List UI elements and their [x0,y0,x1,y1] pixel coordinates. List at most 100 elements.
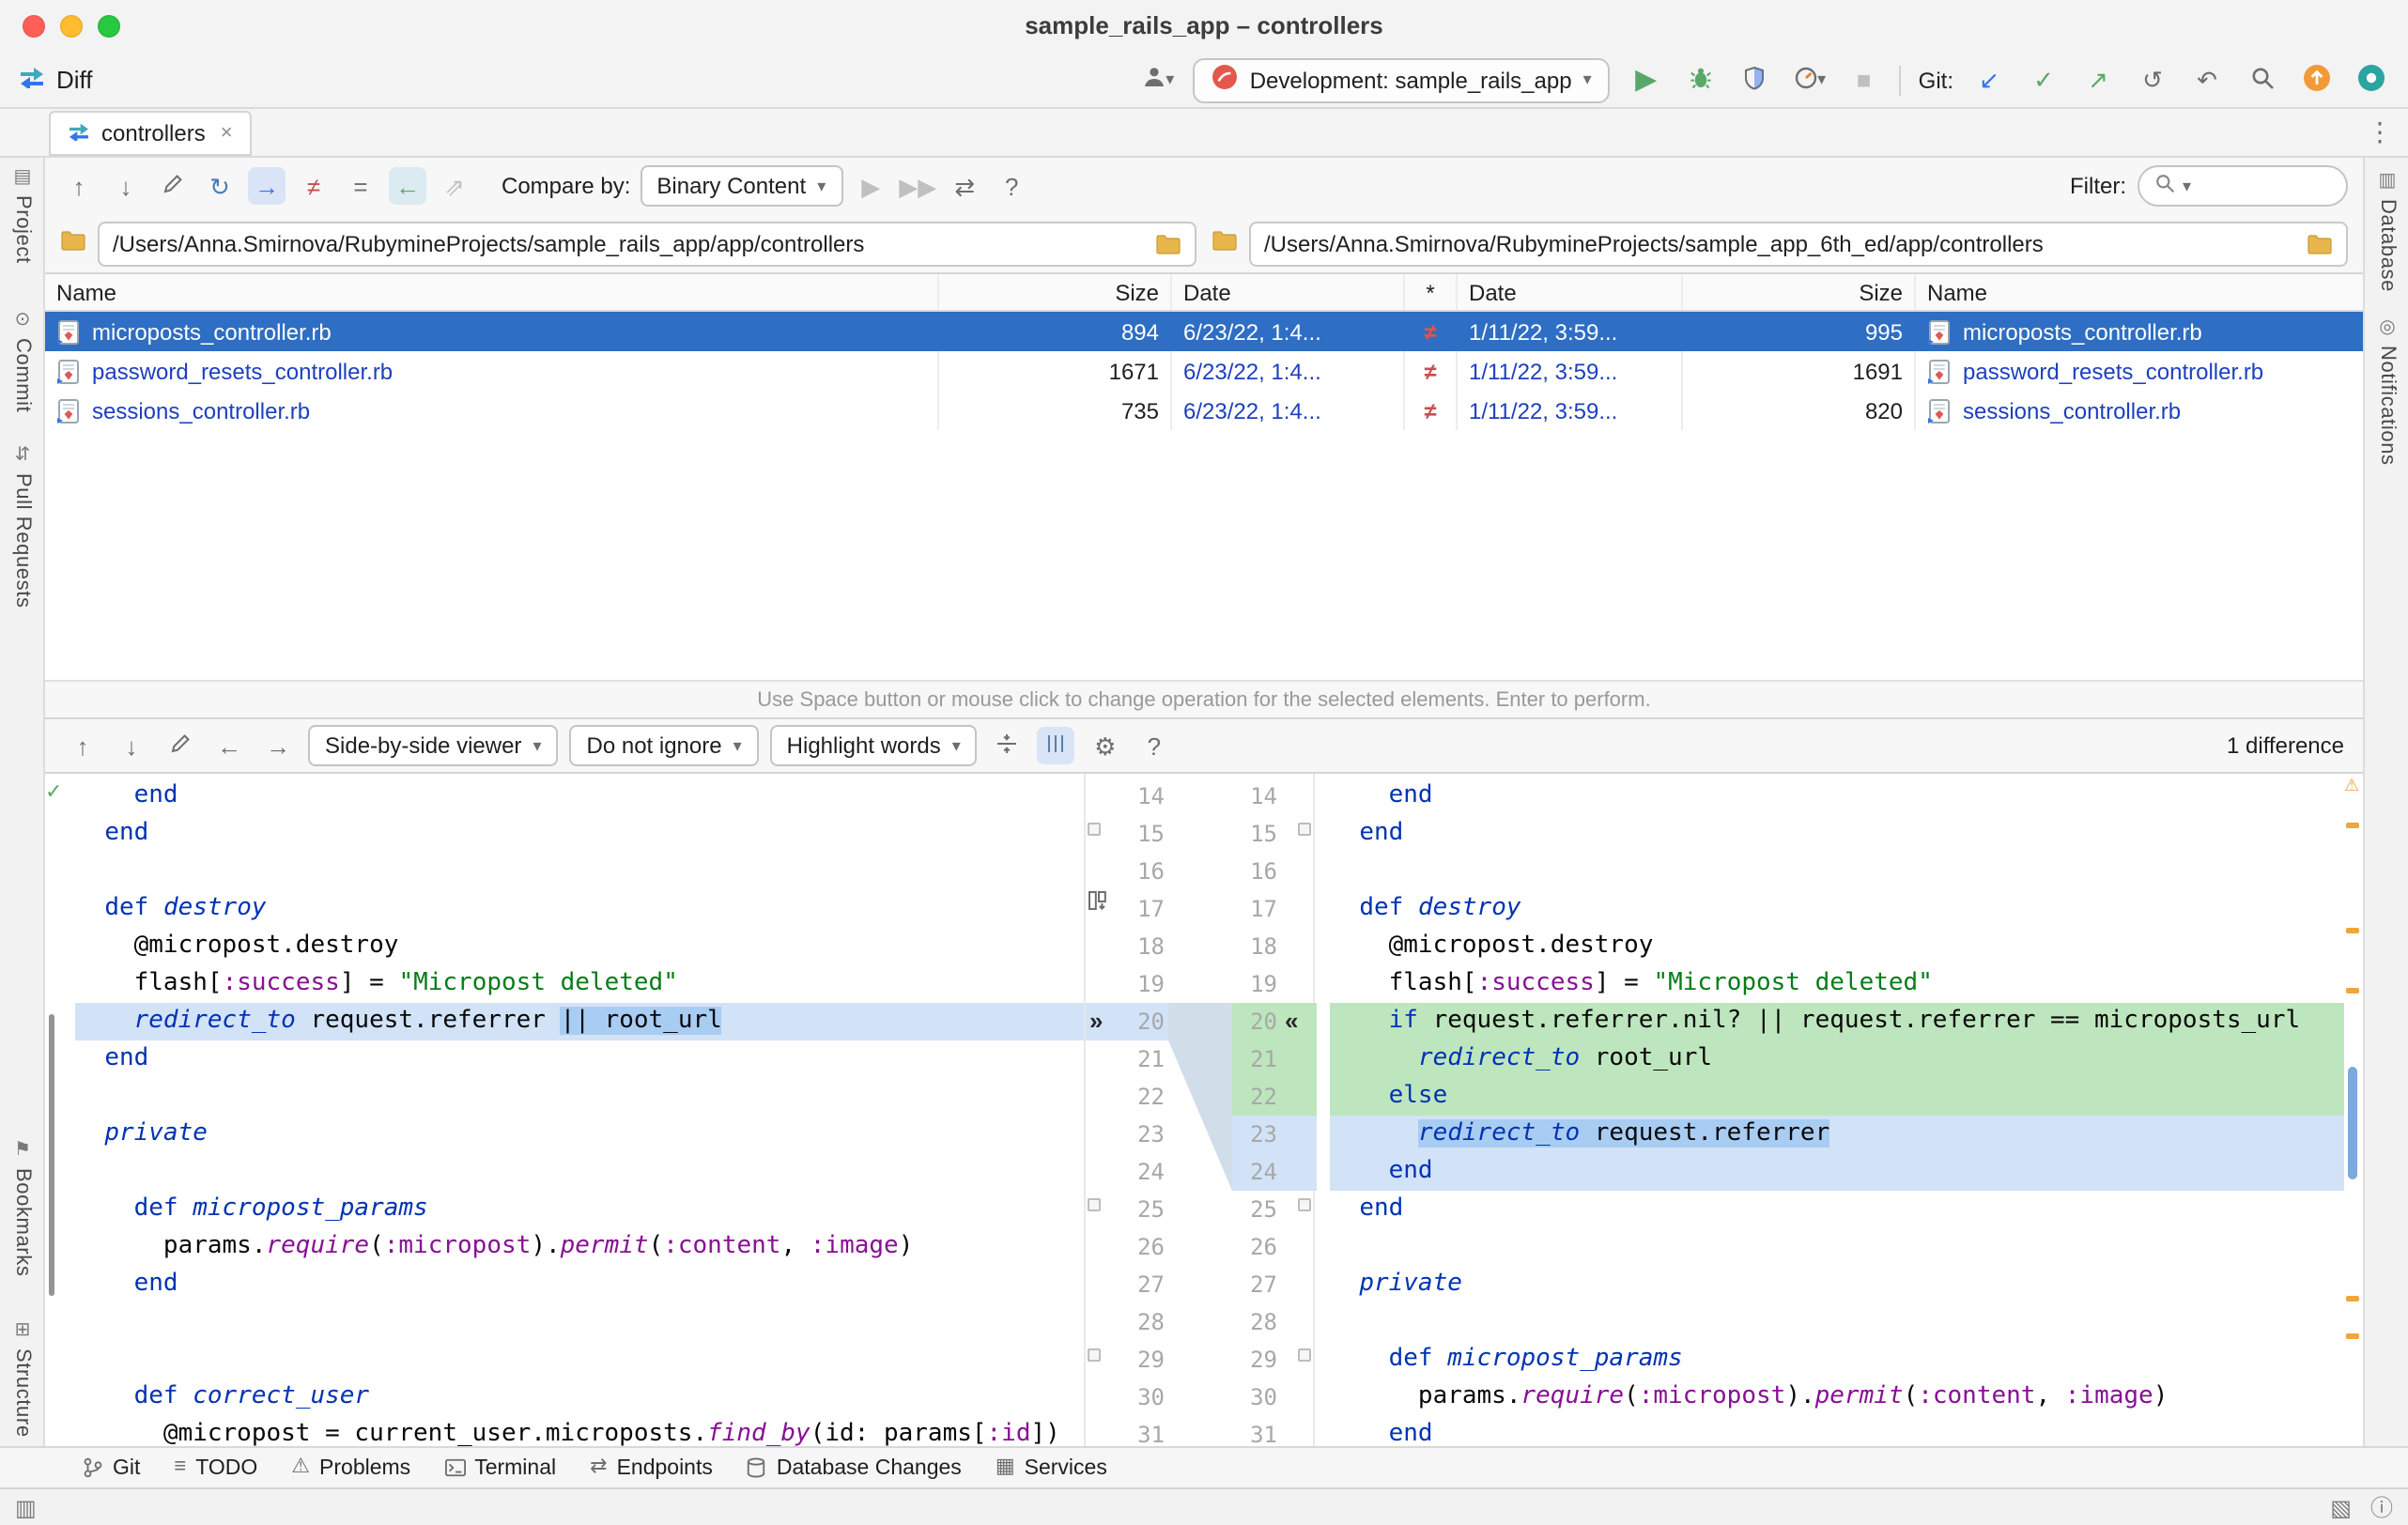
code-line[interactable]: end [75,1266,1084,1303]
code-line[interactable]: @micropost.destroy [1330,928,2344,965]
push-button[interactable]: ↗ [2079,61,2117,99]
column-header-name[interactable]: Name [45,274,939,310]
right-path-field[interactable]: /Users/Anna.Smirnova/RubymineProjects/sa… [1249,221,2348,266]
code-line[interactable]: @micropost.destroy [75,928,1084,965]
compare-by-select[interactable]: Binary Content ▾ [640,165,842,207]
code-line[interactable] [75,1303,1084,1341]
stop-button[interactable]: ■ [1845,61,1883,99]
help-button[interactable]: ? [993,167,1030,205]
compare-next-file-button[interactable]: → [259,727,297,764]
right-pane-scrollbar[interactable]: ⚠ [2344,774,2363,1446]
collapse-unchanged-button[interactable] [989,727,1026,764]
code-line[interactable] [75,1078,1084,1116]
debug-button[interactable] [1682,61,1720,99]
code-line[interactable]: flash[:success] = "Micropost deleted" [1330,965,2344,1003]
close-tab-icon[interactable]: × [221,121,233,144]
code-line[interactable] [1330,853,2344,890]
synchronize-button[interactable]: ⇗ [436,167,473,205]
code-line[interactable]: if request.referrer.nil? || request.refe… [1330,1003,2344,1040]
next-item-button[interactable]: ↓ [107,167,145,205]
show-equal-toggle[interactable]: = [342,167,379,205]
history-button[interactable]: ↺ [2134,61,2171,99]
column-header-size[interactable]: Size [939,274,1172,310]
code-line[interactable] [1330,1303,2344,1341]
code-line[interactable] [75,853,1084,890]
code-line[interactable]: params.require(:micropost).permit(:conte… [1330,1379,2344,1416]
code-line[interactable]: def destroy [1330,890,2344,928]
code-line[interactable] [75,1341,1084,1379]
code-line[interactable]: def micropost_params [75,1191,1084,1228]
fold-marker[interactable] [1298,1198,1311,1211]
tool-window-button-database[interactable]: ▥Database [2365,173,2408,292]
ide-update-button[interactable] [2297,61,2335,99]
apply-change-left-chevron[interactable]: « [1285,1003,1298,1040]
column-header-name[interactable]: Name [1916,274,2363,310]
rollback-button[interactable]: ↶ [2188,61,2226,99]
zoom-window-button[interactable] [98,15,120,38]
tool-window-button-pull-requests[interactable]: ⇵Pull Requests [0,447,45,608]
code-line[interactable]: end [1330,778,2344,815]
code-line[interactable] [75,1153,1084,1191]
column-header-size[interactable]: Size [1683,274,1916,310]
tool-window-button-todo[interactable]: ≡TODO [174,1456,257,1479]
file-diff-row[interactable]: sessions_controller.rb7356/23/22, 1:4...… [45,391,2363,430]
code-line[interactable]: end [1330,1191,2344,1228]
tool-window-button-notifications[interactable]: ◎Notifications [2365,319,2408,466]
left-pane-scrollbar[interactable]: ✓ [45,774,60,1446]
close-window-button[interactable] [23,15,45,38]
refresh-button[interactable]: ↻ [201,167,239,205]
swap-sides-button[interactable]: ⇄ [946,167,983,205]
fold-marker[interactable] [1298,1348,1311,1362]
file-diff-row[interactable]: microposts_controller.rb8946/23/22, 1:4.… [45,312,2363,351]
code-line[interactable]: end [1330,1153,2344,1191]
show-difference-toggle[interactable]: ≠ [295,167,332,205]
code-line[interactable]: params.require(:micropost).permit(:conte… [75,1228,1084,1266]
code-line[interactable]: else [1330,1078,2344,1116]
code-line[interactable]: flash[:success] = "Micropost deleted" [75,965,1084,1003]
next-change-button[interactable]: ↓ [113,727,150,764]
step-all-button[interactable]: ▶▶ [899,167,936,205]
fold-marker[interactable] [1298,823,1311,836]
layout-icon[interactable]: ▧ [2330,1496,2352,1518]
code-line[interactable]: end [1330,815,2344,853]
edit-source-button[interactable] [154,167,192,205]
column-header-date[interactable]: Date [1458,274,1683,310]
code-line[interactable]: end [1330,1416,2344,1446]
show-new-on-left-toggle[interactable]: → [248,167,286,205]
left-code-pane[interactable]: end end def destroy @micropost.destroy f… [60,774,1084,1446]
jump-to-source-button[interactable] [162,727,199,764]
code-line[interactable]: end [75,778,1084,815]
info-icon[interactable]: ⓘ [2370,1496,2393,1518]
search-everywhere-button[interactable] [2243,61,2280,99]
browse-folder-icon[interactable] [1155,232,1181,254]
warning-stripe-mark[interactable] [2346,928,2359,933]
left-path-field[interactable]: /Users/Anna.Smirnova/RubymineProjects/sa… [98,221,1196,266]
code-line[interactable]: @micropost = current_user.microposts.fin… [75,1416,1084,1446]
tool-window-button-problems[interactable]: ⚠Problems [291,1456,410,1479]
update-project-button[interactable]: ↙ [1970,61,2008,99]
tool-window-button-endpoints[interactable]: ⇄Endpoints [590,1456,713,1479]
warning-stripe-mark[interactable] [2346,988,2359,994]
prev-change-button[interactable]: ↑ [64,727,101,764]
help-button[interactable]: ? [1135,727,1173,764]
code-line[interactable]: def destroy [75,890,1084,928]
code-line[interactable]: redirect_to request.referrer || root_url [75,1003,1084,1040]
tool-window-button-project[interactable]: ▤Project [0,169,45,264]
ignore-policy-select[interactable]: Do not ignore ▾ [570,725,759,766]
minimize-window-button[interactable] [60,15,83,38]
profiler-button[interactable]: ▾ [1791,61,1829,99]
code-line[interactable]: private [75,1116,1084,1153]
column-header-date[interactable]: Date [1172,274,1405,310]
tool-window-button-git[interactable]: Git [83,1456,140,1479]
viewer-mode-select[interactable]: Side-by-side viewer ▾ [308,725,559,766]
file-diff-row[interactable]: password_resets_controller.rb16716/23/22… [45,351,2363,391]
editor-settings-button[interactable]: ⚙ [1087,727,1124,764]
filter-input[interactable]: ▾ [2138,165,2348,207]
code-with-me-button[interactable]: ▾ [1139,61,1177,99]
tool-window-button-bookmarks[interactable]: ⚑Bookmarks [0,1142,45,1276]
tab-controllers[interactable]: controllers × [49,110,252,155]
prev-item-button[interactable]: ↑ [60,167,98,205]
warning-stripe-mark[interactable] [2346,1296,2359,1302]
warning-stripe-mark[interactable] [2346,823,2359,828]
copy-block-icon[interactable] [1088,890,1108,911]
